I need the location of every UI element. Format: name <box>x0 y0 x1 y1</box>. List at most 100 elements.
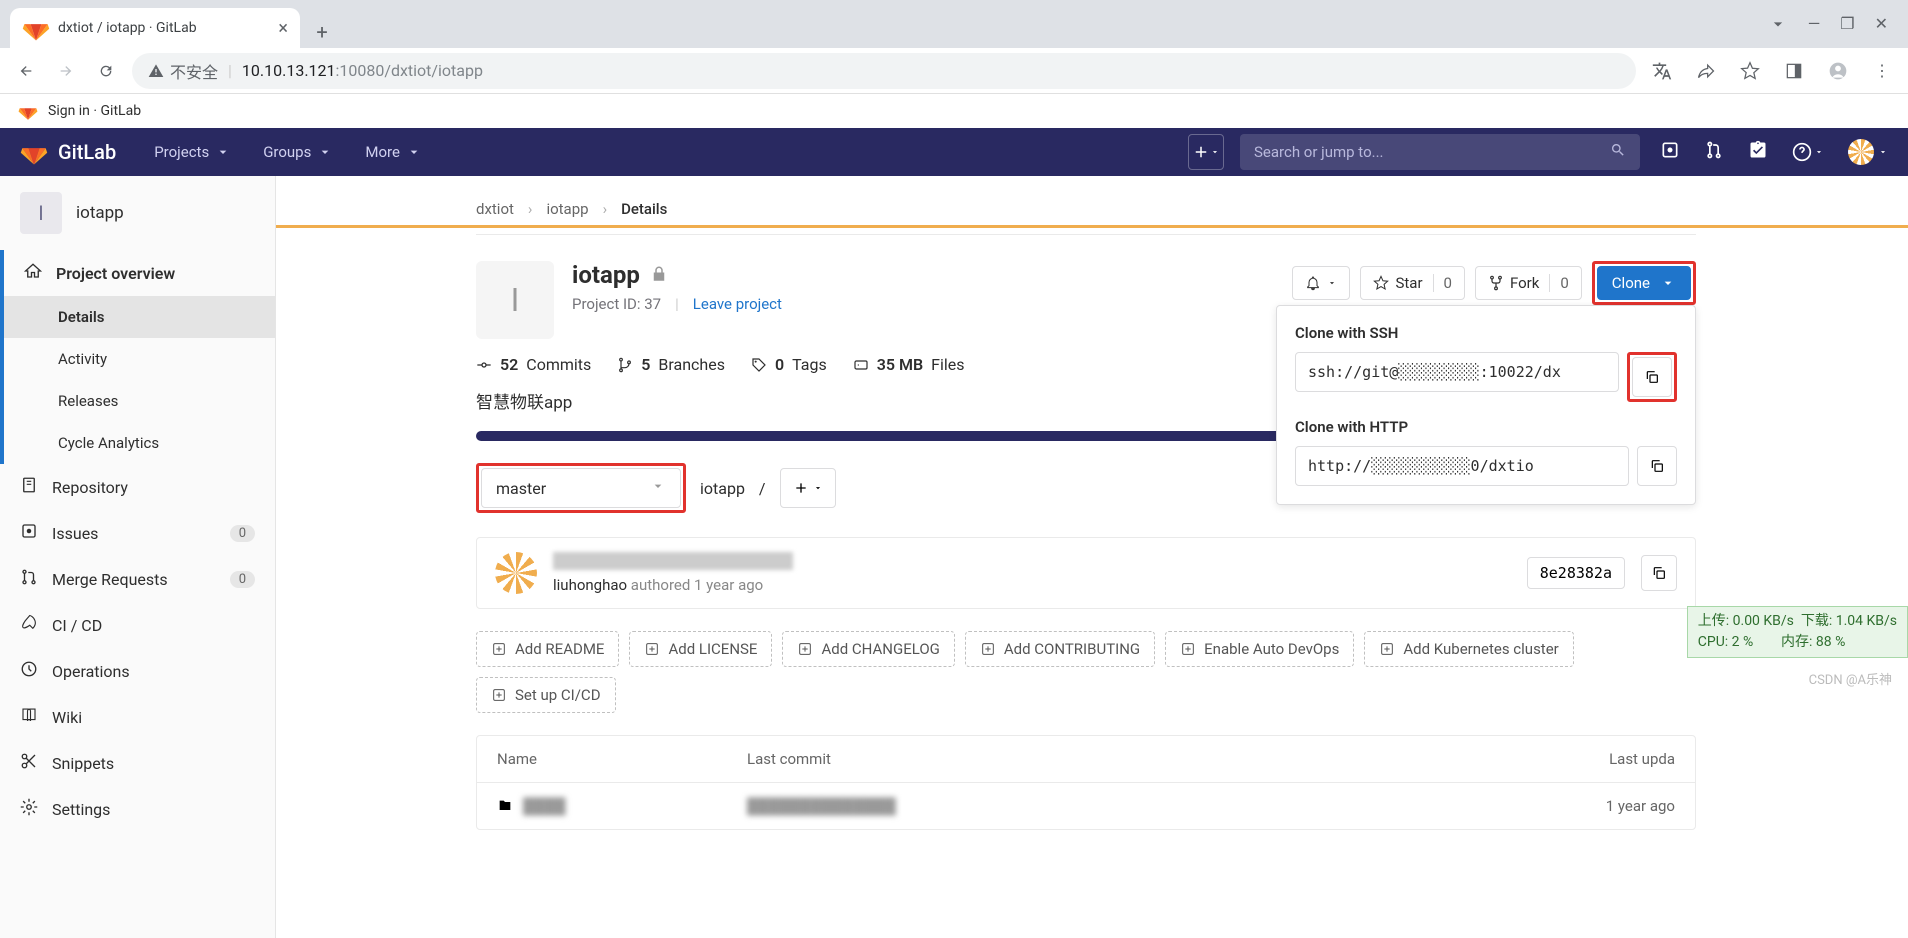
menu-icon[interactable]: ⋮ <box>1868 57 1896 85</box>
add-file-button[interactable] <box>780 468 836 508</box>
nav-projects[interactable]: Projects <box>140 128 245 176</box>
scissors-icon <box>20 752 38 774</box>
rocket-icon <box>20 614 38 636</box>
gitlab-icon <box>18 101 38 121</box>
branches-stat[interactable]: 5Branches <box>617 355 725 374</box>
gitlab-logo-icon <box>20 138 48 166</box>
copy-http-button[interactable] <box>1637 446 1677 486</box>
add-contributing-button[interactable]: Add CONTRIBUTING <box>965 631 1155 667</box>
disk-icon <box>853 357 869 373</box>
help-icon[interactable] <box>1792 142 1824 162</box>
branch-highlight: master <box>476 463 686 513</box>
clone-http-input[interactable] <box>1295 446 1629 486</box>
maximize-icon[interactable]: ❐ <box>1840 14 1854 38</box>
clone-button[interactable]: Clone <box>1597 266 1691 300</box>
navbar-brand[interactable]: GitLab <box>20 138 116 166</box>
breadcrumb-item[interactable]: dxtiot <box>476 200 514 218</box>
add-kubernetes-button[interactable]: Add Kubernetes cluster <box>1364 631 1573 667</box>
plus-icon <box>793 480 809 496</box>
issues-icon[interactable] <box>1660 140 1680 164</box>
copy-sha-button[interactable] <box>1641 555 1677 591</box>
sidebar-overview[interactable]: Project overview <box>4 250 275 296</box>
forward-button[interactable] <box>52 57 80 85</box>
reload-button[interactable] <box>92 57 120 85</box>
sidebar-wiki[interactable]: Wiki <box>0 694 275 740</box>
favorites-bar: Sign in · GitLab <box>0 94 1908 128</box>
sidebar-merge-requests[interactable]: Merge Requests0 <box>0 556 275 602</box>
chevron-down-icon <box>317 144 333 160</box>
enable-auto-devops-button[interactable]: Enable Auto DevOps <box>1165 631 1354 667</box>
commit-icon <box>476 357 492 373</box>
plus-box-icon <box>797 641 813 657</box>
breadcrumb: dxtiot iotapp Details <box>476 192 1696 235</box>
fork-button[interactable]: Fork0 <box>1475 266 1582 300</box>
sidebar-snippets[interactable]: Snippets <box>0 740 275 786</box>
home-icon <box>24 262 42 284</box>
sidebar-project-header[interactable]: I iotapp <box>0 176 275 250</box>
plus-box-icon <box>644 641 660 657</box>
address-bar[interactable]: 不安全 | 10.10.13.121:10080/dxtiot/iotapp <box>132 53 1636 89</box>
breadcrumb-current: Details <box>621 200 667 218</box>
commits-stat[interactable]: 52Commits <box>476 355 591 374</box>
reader-icon[interactable] <box>1780 57 1808 85</box>
clone-dropdown: Clone with SSH Clone with HTTP <box>1276 305 1696 505</box>
browser-tab[interactable]: dxtiot / iotapp · GitLab × <box>10 8 300 48</box>
col-header-date: Last upda <box>1515 750 1675 768</box>
project-avatar: I <box>20 192 62 234</box>
close-window-icon[interactable]: ✕ <box>1875 14 1888 38</box>
search-input[interactable]: Search or jump to... <box>1240 134 1640 170</box>
commit-msg-blurred: ██████████████ <box>747 797 896 815</box>
tags-stat[interactable]: 0Tags <box>751 355 827 374</box>
fork-icon <box>1488 275 1504 291</box>
sidebar-releases[interactable]: Releases <box>4 380 275 422</box>
commit-sha[interactable]: 8e28382a <box>1527 557 1625 589</box>
create-new-button[interactable] <box>1188 134 1224 170</box>
share-icon[interactable] <box>1692 57 1720 85</box>
bell-icon <box>1305 275 1321 291</box>
star-icon[interactable] <box>1736 57 1764 85</box>
plus-box-icon <box>980 641 996 657</box>
sidebar-repository[interactable]: Repository <box>0 464 275 510</box>
sidebar-operations[interactable]: Operations <box>0 648 275 694</box>
notification-button[interactable] <box>1292 266 1350 300</box>
profile-icon[interactable] <box>1824 57 1852 85</box>
clone-ssh-input[interactable] <box>1295 352 1619 392</box>
sidebar-details[interactable]: Details <box>4 296 275 338</box>
star-button[interactable]: Star0 <box>1360 266 1465 300</box>
nav-more[interactable]: More <box>351 128 436 176</box>
copy-ssh-button[interactable] <box>1632 357 1672 397</box>
browser-tab-bar: dxtiot / iotapp · GitLab × + — ❐ ✕ <box>0 0 1908 48</box>
add-changelog-button[interactable]: Add CHANGELOG <box>782 631 954 667</box>
project-name: iotapp <box>76 203 124 223</box>
project-avatar-large: I <box>476 261 554 339</box>
sidebar-issues[interactable]: Issues0 <box>0 510 275 556</box>
sidebar-cicd[interactable]: CI / CD <box>0 602 275 648</box>
path-crumb[interactable]: iotapp <box>700 479 745 498</box>
minimize-icon[interactable]: — <box>1808 14 1821 38</box>
add-readme-button[interactable]: Add README <box>476 631 619 667</box>
add-license-button[interactable]: Add LICENSE <box>629 631 772 667</box>
plus-box-icon <box>491 687 507 703</box>
back-button[interactable] <box>12 57 40 85</box>
chevron-down-icon[interactable] <box>1768 14 1788 38</box>
close-icon[interactable]: × <box>278 18 288 39</box>
bookmark-link[interactable]: Sign in · GitLab <box>48 103 141 119</box>
translate-icon[interactable] <box>1648 57 1676 85</box>
new-tab-button[interactable]: + <box>306 16 338 48</box>
sidebar-settings[interactable]: Settings <box>0 786 275 832</box>
user-avatar[interactable] <box>1848 139 1888 165</box>
branch-selector[interactable]: master <box>481 468 681 508</box>
gitlab-navbar: GitLab Projects Groups More Search or ju… <box>0 128 1908 176</box>
sidebar-activity[interactable]: Activity <box>4 338 275 380</box>
commit-author-name[interactable]: liuhonghao <box>553 576 627 594</box>
merge-requests-icon[interactable] <box>1704 140 1724 164</box>
nav-groups[interactable]: Groups <box>249 128 347 176</box>
auto-devops-buttons: Add README Add LICENSE Add CHANGELOG Add… <box>476 631 1696 713</box>
todos-icon[interactable] <box>1748 140 1768 164</box>
leave-project-link[interactable]: Leave project <box>693 295 782 313</box>
sidebar-cycle-analytics[interactable]: Cycle Analytics <box>4 422 275 464</box>
breadcrumb-item[interactable]: iotapp <box>546 200 588 218</box>
setup-cicd-button[interactable]: Set up CI/CD <box>476 677 616 713</box>
table-row[interactable]: ████ ██████████████ 1 year ago <box>477 783 1695 829</box>
storage-stat[interactable]: 35 MBFiles <box>853 355 965 374</box>
